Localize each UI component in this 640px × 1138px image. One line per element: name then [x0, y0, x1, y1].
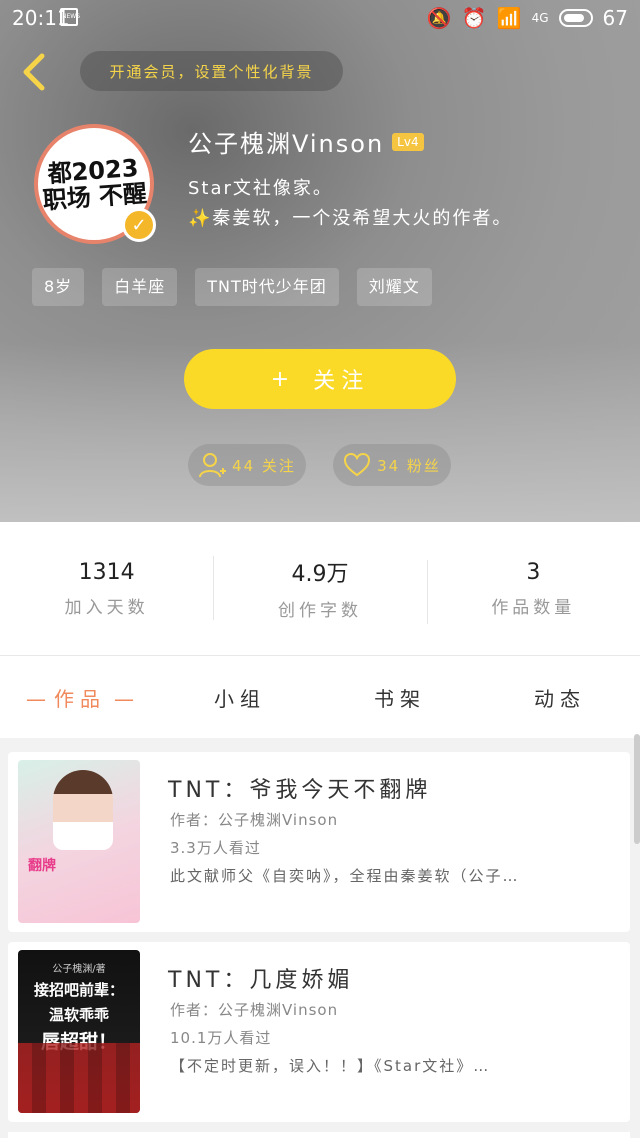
status-right: 🔕 ⏰ 📶 4G 67: [427, 6, 628, 30]
profile-header: 20:11 NEWS 🔕 ⏰ 📶 4G 67 开通会员，设置个性化背景 都202…: [0, 0, 640, 522]
bio-line-2: ✨秦姜软，一个没希望大火的作者。: [188, 208, 513, 229]
tag-idol: 刘耀文: [356, 268, 432, 306]
tab-activity[interactable]: 动态: [480, 683, 640, 712]
fans-button[interactable]: 34 粉丝: [333, 444, 451, 486]
cover-people: [18, 1043, 140, 1113]
book-card[interactable]: 翻牌 TNT：爷我今天不翻牌 作者：公子槐渊Vinson 3.3万人看过 此文献…: [8, 752, 630, 932]
stat-label: 作品数量: [491, 597, 576, 618]
cover-person: [53, 770, 113, 850]
stat-label: 加入天数: [64, 597, 149, 618]
username: 公子槐渊Vinson Lv4: [188, 124, 424, 159]
battery-icon: [558, 9, 593, 27]
heart-icon: [344, 453, 371, 477]
tag-age: 8岁: [32, 268, 85, 306]
vip-background-button[interactable]: 开通会员，设置个性化背景: [80, 51, 343, 91]
add-user-icon: [199, 453, 227, 478]
level-badge: Lv4: [392, 132, 424, 151]
chevron-left-icon: [23, 53, 45, 91]
book-card[interactable]: 公子槐渊/著 接招吧前辈： 温软乖乖 唇超甜！ TNT：几度娇媚 作者：公子槐渊…: [8, 942, 630, 1122]
book-title: TNT：几度娇媚: [168, 968, 354, 993]
following-button[interactable]: 44 关注: [188, 444, 306, 486]
book-description: 此文献师父《自奕呐》，全程由秦姜软（公子…: [170, 867, 520, 885]
cover-title: 翻牌: [28, 858, 56, 874]
profile-tabs: 作品 小组 书架 动态: [0, 656, 640, 738]
book-cover: 公子槐渊/著 接招吧前辈： 温软乖乖 唇超甜！: [18, 950, 140, 1113]
username-text: 公子槐渊Vinson: [188, 130, 385, 158]
stat-value: 3: [526, 559, 541, 585]
back-button[interactable]: [16, 52, 52, 92]
book-card-peek: [8, 1132, 630, 1138]
stat-words: 4.9万 创作字数: [213, 556, 426, 621]
cover-line: 温软乖乖: [48, 1006, 109, 1024]
book-views: 3.3万人看过: [170, 839, 261, 857]
profile-stats: 1314 加入天数 4.9万 创作字数 3 作品数量: [0, 522, 640, 656]
network-label: 4G: [531, 11, 549, 25]
following-count: 44 关注: [232, 456, 296, 475]
tab-bookshelf[interactable]: 书架: [320, 683, 480, 712]
tag-zodiac: 白羊座: [102, 268, 178, 306]
profile-tags: 8岁 白羊座 TNT时代少年团 刘耀文: [32, 268, 432, 306]
status-bar: 20:11 NEWS 🔕 ⏰ 📶 4G 67: [0, 0, 640, 36]
book-cover: 翻牌: [18, 760, 140, 923]
follow-button[interactable]: + 关注: [184, 349, 456, 409]
follow-label: 关注: [313, 369, 370, 394]
fans-count: 34 粉丝: [377, 456, 441, 475]
news-icon: NEWS: [60, 8, 80, 26]
tag-group: TNT时代少年团: [195, 268, 339, 306]
stat-value: 4.9万: [291, 562, 349, 587]
mute-icon: 🔕: [426, 6, 452, 30]
book-author: 作者：公子槐渊Vinson: [170, 1001, 339, 1019]
plus-icon: +: [270, 366, 296, 392]
stat-works: 3 作品数量: [426, 559, 640, 624]
verified-badge-icon: ✓: [122, 208, 156, 242]
book-views: 10.1万人看过: [170, 1029, 272, 1047]
book-description: 【不定时更新，误入！！】《Star文社》…: [170, 1057, 491, 1075]
scrollbar[interactable]: [634, 734, 640, 844]
book-author: 作者：公子槐渊Vinson: [170, 811, 339, 829]
stat-value: 1314: [78, 559, 135, 585]
battery-level: 67: [602, 6, 628, 30]
tab-groups[interactable]: 小组: [160, 683, 320, 712]
tab-works[interactable]: 作品: [0, 683, 160, 712]
alarm-icon: ⏰: [461, 6, 487, 30]
avatar[interactable]: 都2023 职场 不醒 ✓: [34, 124, 156, 244]
cover-line: 接招吧前辈：: [33, 981, 124, 999]
stat-days: 1314 加入天数: [0, 560, 213, 618]
stat-label: 创作字数: [277, 601, 362, 621]
bio-line-1: Star文社像家。: [188, 178, 333, 199]
book-title: TNT：爷我今天不翻牌: [168, 778, 432, 803]
avatar-doodle: 都2023 职场 不醒: [41, 153, 148, 215]
cover-author: 公子槐渊/著: [52, 964, 106, 975]
wifi-icon: 📶: [496, 6, 522, 30]
